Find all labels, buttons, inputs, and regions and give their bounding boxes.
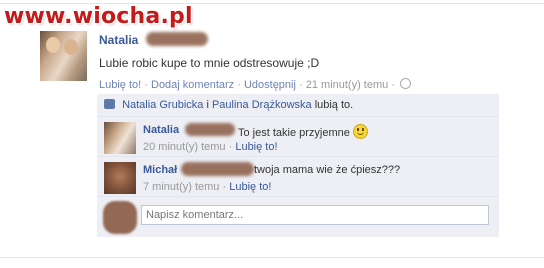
comment-input[interactable]: Napisz komentarz...	[141, 205, 489, 225]
redacted-surname	[146, 32, 208, 46]
likes-suffix: lubią to.	[314, 99, 354, 111]
add-comment-link[interactable]: Dodaj komentarz	[151, 79, 234, 91]
viewer-avatar	[103, 201, 137, 234]
comment-meta: 20 minut(y) temu · Lubię to!	[143, 141, 278, 153]
comment-like-link[interactable]: Lubię to!	[229, 181, 271, 193]
comment-avatar[interactable]	[104, 162, 136, 194]
post-author-avatar[interactable]	[40, 31, 87, 81]
likes-joiner: i	[206, 99, 209, 111]
post-author-name[interactable]: Natalia	[99, 33, 138, 47]
post-timestamp[interactable]: 21 minut(y) temu	[306, 79, 389, 91]
like-link[interactable]: Lubię to!	[99, 79, 141, 91]
site-watermark: www.wiocha.pl	[4, 4, 193, 29]
share-link[interactable]: Udostępnij	[244, 79, 296, 91]
comment-text-content: To jest takie przyjemne	[238, 127, 350, 139]
redacted-surname	[181, 162, 254, 176]
redacted-surname	[185, 123, 235, 136]
comment-meta: 7 minut(y) temu · Lubię to!	[143, 181, 272, 193]
liker-name-2[interactable]: Paulina Drążkowska	[212, 99, 312, 111]
comment-like-link[interactable]: Lubię to!	[235, 141, 277, 153]
comment-author-name[interactable]: Michał	[143, 164, 177, 176]
comment-avatar[interactable]	[104, 122, 136, 154]
comment-timestamp[interactable]: 7 minut(y) temu	[143, 181, 219, 193]
post-text: Lubie robic kupe to mnie odstresowuje ;D	[99, 56, 320, 70]
feedback-panel: Natalia Grubicka i Paulina Drążkowska lu…	[97, 94, 499, 237]
post-meta: Lubię to! · Dodaj komentarz · Udostępnij…	[99, 78, 412, 91]
bottom-divider	[0, 257, 544, 258]
comment-text: twoja mama wie że ćpiesz???	[254, 164, 401, 176]
divider	[97, 116, 499, 117]
smiley-icon	[352, 124, 368, 139]
globe-icon	[400, 78, 412, 89]
divider	[97, 156, 499, 157]
liker-name-1[interactable]: Natalia Grubicka	[122, 99, 203, 111]
comment-text: To jest takie przyjemne	[238, 124, 368, 139]
comment-author-name[interactable]: Natalia	[143, 124, 179, 136]
thumbs-up-icon	[104, 99, 115, 109]
divider	[97, 196, 499, 197]
comment-timestamp[interactable]: 20 minut(y) temu	[143, 141, 226, 153]
likes-summary: Natalia Grubicka i Paulina Drążkowska lu…	[104, 99, 353, 111]
